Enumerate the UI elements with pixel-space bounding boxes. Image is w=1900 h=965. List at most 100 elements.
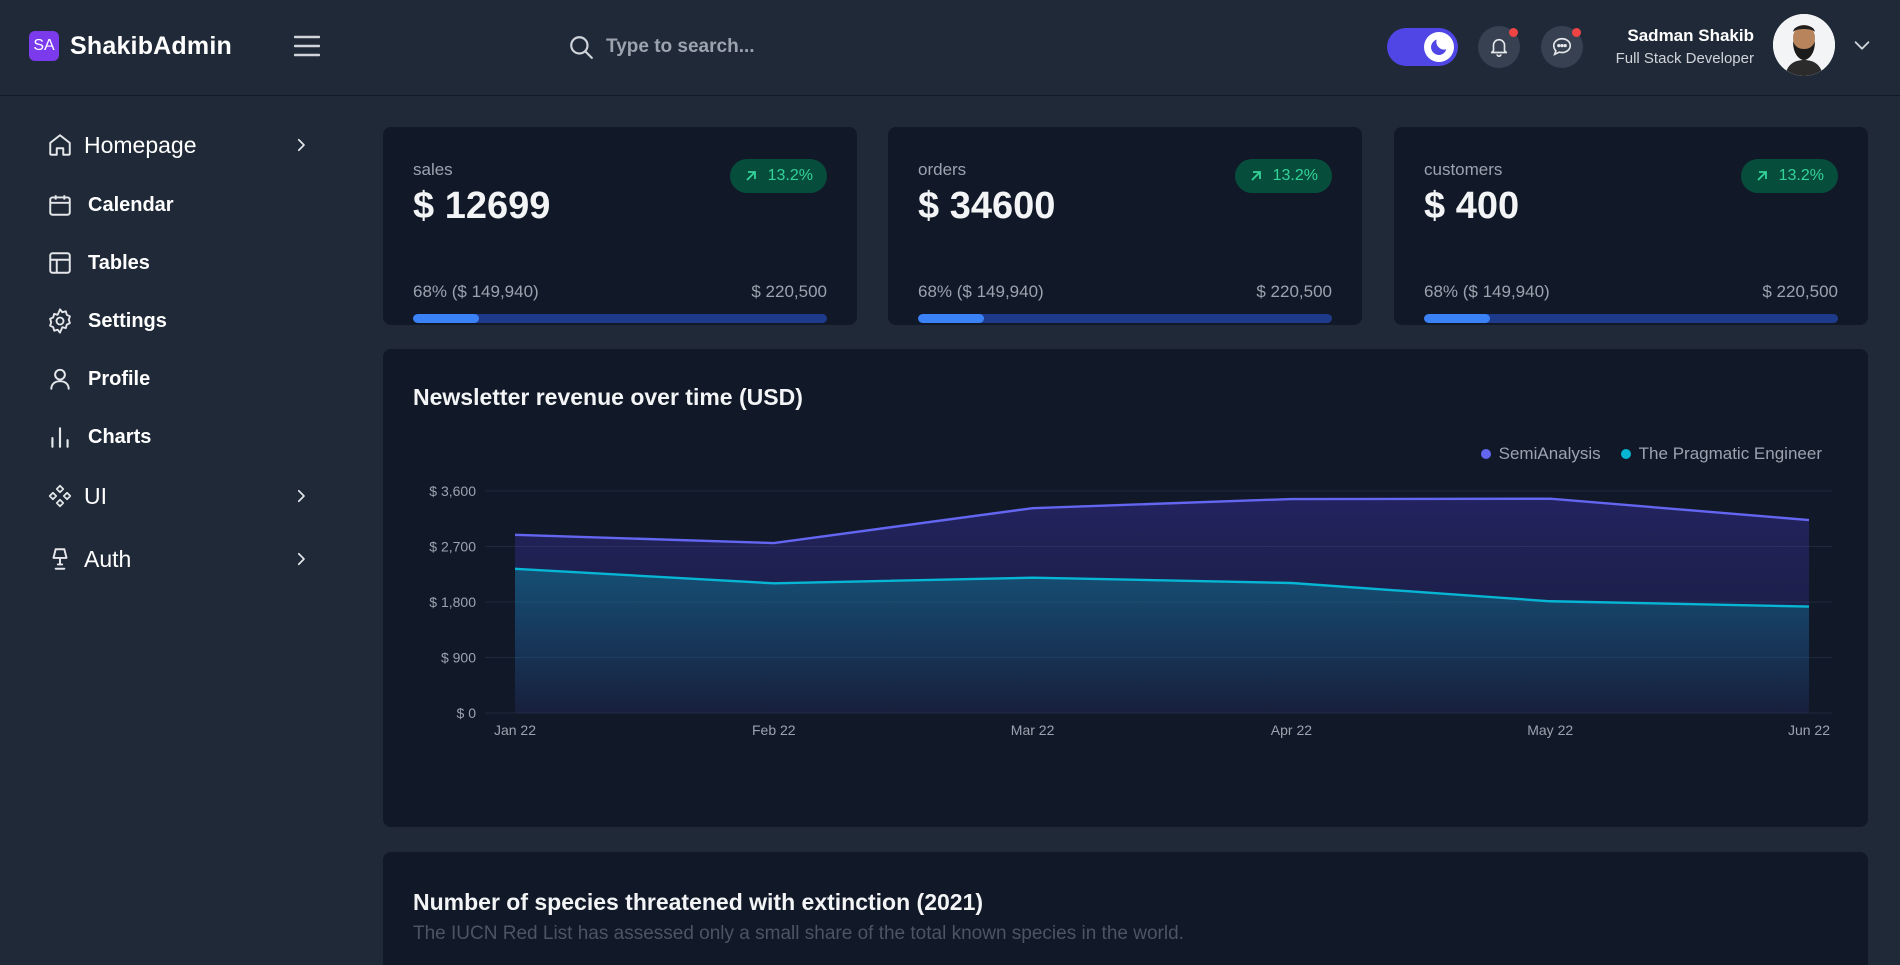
stat-progress-text: 68% ($ 149,940) [1424,282,1550,301]
y-tick-label: $ 1,800 [429,594,476,610]
progress-fill [413,314,480,323]
bar-chart-icon [45,422,75,452]
species-title: Number of species threatened with extinc… [413,889,984,915]
search-icon [570,36,593,59]
legend-marker [1620,449,1631,459]
user-info[interactable]: Sadman Shakib Full Stack Developer [1616,26,1754,67]
trend-badge: 13.2% [729,159,827,193]
stat-label: sales [413,160,453,179]
search-bar [568,30,906,64]
sidebar-item-auth[interactable]: Auth [45,544,310,574]
notification-dot [1509,28,1518,37]
progress-bar [1424,314,1838,323]
y-tick-label: $ 3,600 [429,483,476,499]
x-tick-label: Jun 22 [1788,722,1830,738]
trend-value: 13.2% [1272,167,1318,184]
dark-mode-toggle[interactable] [1387,28,1458,66]
sidebar-item-ui[interactable]: UI [45,481,310,511]
top-header: SA ShakibAdmin Sadman Shakib Full Stack … [0,0,1900,96]
sidebar-item-settings[interactable]: Settings [45,306,310,336]
sidebar-item-calendar[interactable]: Calendar [45,190,310,220]
y-tick-label: $ 0 [457,705,477,721]
x-tick-label: Mar 22 [1011,722,1055,738]
stat-card-sales: sales $ 12699 13.2% 68% ($ 149,940) $ 22… [383,127,857,325]
sidebar-item-profile[interactable]: Profile [45,364,310,394]
stat-value: $ 400 [1424,185,1520,227]
species-card: Number of species threatened with extinc… [383,852,1868,965]
calendar-icon [45,190,75,220]
sidebar-item-label: Homepage [84,131,197,158]
chart-title: Newsletter revenue over time (USD) [413,384,803,410]
stat-card-orders: orders $ 34600 13.2% 68% ($ 149,940) $ 2… [888,127,1362,325]
trend-value: 13.2% [767,167,813,184]
brand[interactable]: SA ShakibAdmin [29,31,232,61]
revenue-chart-card: $ 0 $ 900 $ 1,800 $ 2,700 $ 3,600 Jan 22 Feb 2… [383,349,1868,827]
stat-target: $ 220,500 [1256,282,1332,301]
sidebar-item-label: Charts [88,425,152,448]
home-icon [45,130,75,160]
sidebar-item-label: Calendar [88,193,174,216]
stat-card-customers: customers $ 400 13.2% 68% ($ 149,940) $ … [1394,127,1868,325]
sidebar-item-label: UI [84,482,107,509]
moon-icon [1431,39,1447,55]
x-tick-label: Feb 22 [752,722,796,738]
legend-marker [1480,449,1491,459]
components-icon [45,481,75,511]
main-content: sales $ 12699 13.2% 68% ($ 149,940) $ 22… [352,96,1900,965]
sidebar: Homepage Calendar Tables Settings Profil… [0,96,352,965]
user-name: Sadman Shakib [1627,26,1754,45]
legend-item-pragmatic-engineer[interactable]: The Pragmatic Engineer [1620,444,1822,464]
revenue-chart: $ 0 $ 900 $ 1,800 $ 2,700 $ 3,600 Jan 22 Feb 2… [429,483,1832,738]
message-dot [1572,28,1581,37]
progress-fill [918,314,985,323]
sidebar-item-charts[interactable]: Charts [45,422,310,452]
x-tick-label: May 22 [1527,722,1573,738]
messages-button[interactable] [1541,26,1583,68]
notifications-button[interactable] [1478,26,1520,68]
menu-toggle-button[interactable] [291,30,323,62]
x-tick-label: Apr 22 [1271,722,1312,738]
hamburger-icon [294,35,320,57]
theme-knob [1424,32,1454,62]
chevron-right-icon [297,138,305,152]
stat-progress-text: 68% ($ 149,940) [413,282,539,301]
brand-logo: SA [29,31,59,61]
y-tick-label: $ 2,700 [429,539,476,555]
sidebar-item-tables[interactable]: Tables [45,248,310,278]
search-input[interactable] [606,36,906,58]
gear-icon [45,306,75,336]
sidebar-item-label: Settings [88,309,167,332]
arrow-up-right-icon [745,171,756,181]
sidebar-item-label: Tables [88,251,150,274]
sidebar-item-label: Profile [88,367,151,390]
arrow-up-right-icon [1756,171,1767,181]
bell-icon [1490,38,1508,57]
stat-target: $ 220,500 [1762,282,1838,301]
legend-label: SemiAnalysis [1498,444,1601,463]
trend-badge: 13.2% [1234,159,1332,193]
stat-value: $ 12699 [413,185,551,227]
chart-legend: SemiAnalysis The Pragmatic Engineer [1480,444,1822,464]
chevron-right-icon [297,552,305,566]
stat-label: orders [918,160,967,179]
sidebar-item-homepage[interactable]: Homepage [45,130,310,160]
user-role: Full Stack Developer [1615,50,1754,67]
stat-target: $ 220,500 [751,282,827,301]
species-subtitle: The IUCN Red List has assessed only a sm… [413,923,1184,944]
progress-bar [413,314,827,323]
arrow-up-right-icon [1250,171,1261,181]
sidebar-item-label: Auth [84,545,132,572]
x-tick-label: Jan 22 [494,722,536,738]
lamp-icon [45,544,75,574]
legend-label: The Pragmatic Engineer [1638,444,1822,463]
progress-bar [918,314,1332,323]
user-icon [45,364,75,394]
chevron-down-icon[interactable] [1851,34,1873,56]
stat-label: customers [1424,160,1503,179]
avatar[interactable] [1773,14,1835,76]
trend-badge: 13.2% [1740,159,1838,193]
progress-fill [1424,314,1491,323]
table-icon [45,248,75,278]
y-tick-label: $ 900 [441,650,476,666]
legend-item-semianalysis[interactable]: SemiAnalysis [1480,444,1601,464]
